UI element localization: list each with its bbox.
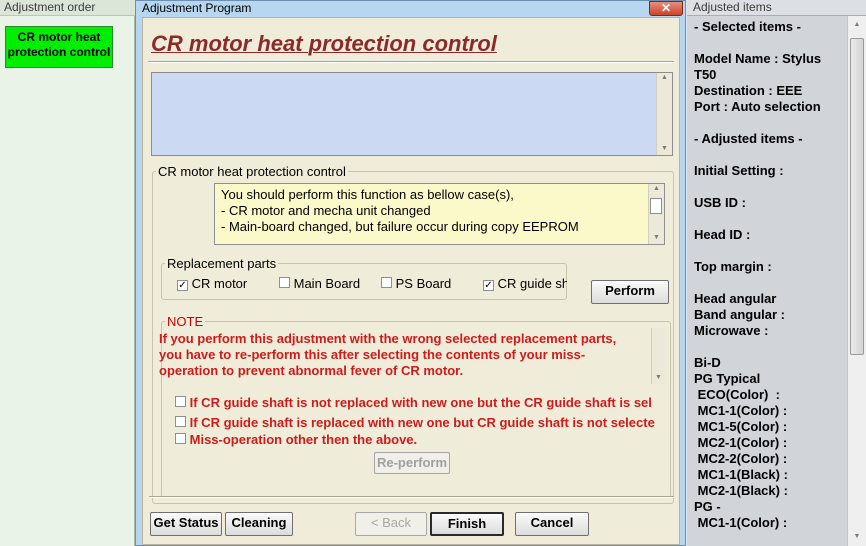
option-replaced-not-selected[interactable]: If CR guide shaft is replaced with new o…: [175, 415, 660, 430]
adjusted-item-line: - Adjusted items -: [694, 131, 803, 146]
checkbox-label: Main Board: [293, 276, 361, 291]
adjusted-item-line: Band angular :: [694, 307, 786, 322]
adjusted-items-scrollbar[interactable]: ▲ ▼: [847, 16, 866, 546]
heading-divider: [148, 61, 674, 63]
adjusted-item-line: MC1-5(Color) :: [694, 419, 788, 434]
adjusted-item-line: - Selected items -: [694, 19, 801, 34]
instruction-scrollbar[interactable]: ▲ ▼: [648, 184, 664, 244]
checkbox-label: CR guide sha: [497, 276, 567, 291]
adjusted-item-line: Head ID :: [694, 227, 751, 242]
checkbox-label: CR motor: [191, 276, 248, 291]
adjustment-order-pane: Adjustment order CR motor heat protectio…: [0, 0, 135, 546]
adjusted-items-header: Adjusted items: [687, 0, 866, 16]
adjusted-item-line: T50: [694, 67, 717, 82]
adjustment-order-header: Adjustment order: [0, 0, 135, 16]
adjusted-item-line: [694, 115, 846, 131]
adjusted-item-line: Model Name : Stylus: [694, 51, 822, 66]
checkbox-icon[interactable]: [175, 416, 186, 427]
checkbox-icon[interactable]: [279, 277, 290, 288]
option-not-replaced[interactable]: If CR guide shaft is not replaced with n…: [175, 395, 660, 410]
close-icon[interactable]: ✕: [649, 1, 683, 16]
adjusted-item-line: [694, 147, 846, 163]
note-scrollbar[interactable]: ▼: [651, 328, 665, 384]
scroll-down-icon[interactable]: ▼: [848, 532, 866, 542]
adjusted-item-line: Destination : EEE: [694, 83, 803, 98]
adjusted-item-line: [694, 243, 846, 259]
adjusted-item-line: MC1-1(Color) :: [694, 403, 788, 418]
instruction-line: - CR motor and mecha unit changed: [221, 203, 431, 218]
checkbox-label: PS Board: [395, 276, 452, 291]
option-label: If CR guide shaft is not replaced with n…: [189, 395, 652, 410]
checkbox-ps-board[interactable]: PS Board: [381, 276, 451, 291]
checkbox-icon[interactable]: ✓: [177, 280, 188, 291]
adjusted-item-line: Initial Setting :: [694, 163, 784, 178]
footer-divider: [149, 496, 674, 498]
adjusted-item-line: [694, 211, 846, 227]
adjusted-item-line: Bi-D: [694, 355, 721, 370]
scroll-down-icon[interactable]: ▼: [657, 144, 672, 154]
instruction-line: You should perform this function as bell…: [221, 187, 514, 202]
checkbox-cr-motor[interactable]: ✓ CR motor: [177, 276, 247, 291]
checkbox-icon[interactable]: [175, 433, 186, 444]
back-button[interactable]: < Back: [355, 512, 427, 536]
adjusted-item-line: MC2-1(Color) :: [694, 435, 788, 450]
instruction-text: You should perform this function as bell…: [221, 187, 646, 235]
adjusted-item-line: [694, 339, 846, 355]
adjusted-item-line: MC1-1(Color) :: [694, 515, 788, 530]
scroll-up-icon[interactable]: ▲: [848, 20, 866, 30]
adjusted-items-pane: Adjusted items - Selected items - Model …: [687, 0, 866, 546]
adjusted-item-line: PG Typical: [694, 371, 761, 386]
adjusted-item-line: [694, 275, 846, 291]
adjusted-item-line: MC2-2(Color) :: [694, 451, 788, 466]
adjusted-item-line: ECO(Color) :: [694, 387, 780, 402]
cancel-button[interactable]: Cancel: [515, 512, 589, 536]
get-status-button[interactable]: Get Status: [150, 512, 222, 536]
note-title: NOTE: [167, 314, 204, 329]
adjusted-item-line: MC1-1(Black) :: [694, 467, 788, 482]
checkbox-cr-guide-shaft[interactable]: ✓ CR guide sha: [483, 276, 567, 291]
result-scrollbar[interactable]: ▲ ▼: [656, 73, 672, 155]
re-perform-button[interactable]: Re-perform: [374, 452, 450, 474]
scroll-thumb[interactable]: [850, 38, 864, 355]
checkbox-icon[interactable]: ✓: [483, 280, 494, 291]
checkbox-icon[interactable]: [381, 277, 392, 288]
adjusted-items-list: - Selected items - Model Name : Stylus T5…: [687, 16, 847, 546]
scroll-up-icon[interactable]: ▲: [649, 184, 664, 194]
option-label: If CR guide shaft is replaced with new o…: [189, 415, 655, 430]
adjusted-item-line: MC2-1(Black) :: [694, 483, 788, 498]
adjusted-item-line: PG -: [694, 499, 721, 514]
window-title: Adjustment Program: [142, 1, 252, 15]
adjustment-program-window: Adjustment Program ✕ CR motor heat prote…: [135, 0, 686, 546]
scroll-down-icon[interactable]: ▼: [649, 233, 664, 243]
order-item-cr-motor[interactable]: CR motor heat protection control: [5, 26, 113, 68]
cleaning-button[interactable]: Cleaning: [225, 512, 293, 536]
adjusted-item-line: [694, 35, 846, 51]
checkbox-icon[interactable]: [175, 396, 186, 407]
replacement-parts-title: Replacement parts: [167, 256, 277, 271]
cr-motor-group-title: CR motor heat protection control: [158, 164, 346, 179]
checkbox-main-board[interactable]: Main Board: [279, 276, 360, 291]
option-other[interactable]: Miss-operation other then the above.: [175, 432, 660, 447]
dialog-client: CR motor heat protection control ▲ ▼ CR …: [142, 17, 680, 545]
scroll-thumb[interactable]: [650, 198, 662, 214]
adjusted-item-line: Port : Auto selection: [694, 99, 821, 114]
instruction-textbox[interactable]: You should perform this function as bell…: [214, 183, 665, 245]
option-label: Miss-operation other then the above.: [189, 432, 418, 447]
page-title: CR motor heat protection control: [151, 31, 497, 56]
perform-button[interactable]: Perform: [591, 280, 669, 304]
note-text: If you perform this adjustment with the …: [159, 331, 617, 378]
adjusted-item-line: Top margin :: [694, 259, 772, 274]
adjusted-item-line: Head angular: [694, 291, 777, 306]
adjusted-item-line: Microwave :: [694, 323, 769, 338]
adjusted-items-text: - Selected items - Model Name : Stylus T5…: [694, 19, 846, 531]
finish-button[interactable]: Finish: [430, 512, 504, 536]
scroll-down-icon[interactable]: ▼: [652, 373, 665, 383]
adjusted-item-line: USB ID :: [694, 195, 746, 210]
instruction-line: - Main-board changed, but failure occur …: [221, 219, 579, 234]
scroll-up-icon[interactable]: ▲: [657, 73, 672, 83]
adjusted-item-line: [694, 179, 846, 195]
result-textbox[interactable]: ▲ ▼: [151, 72, 673, 156]
